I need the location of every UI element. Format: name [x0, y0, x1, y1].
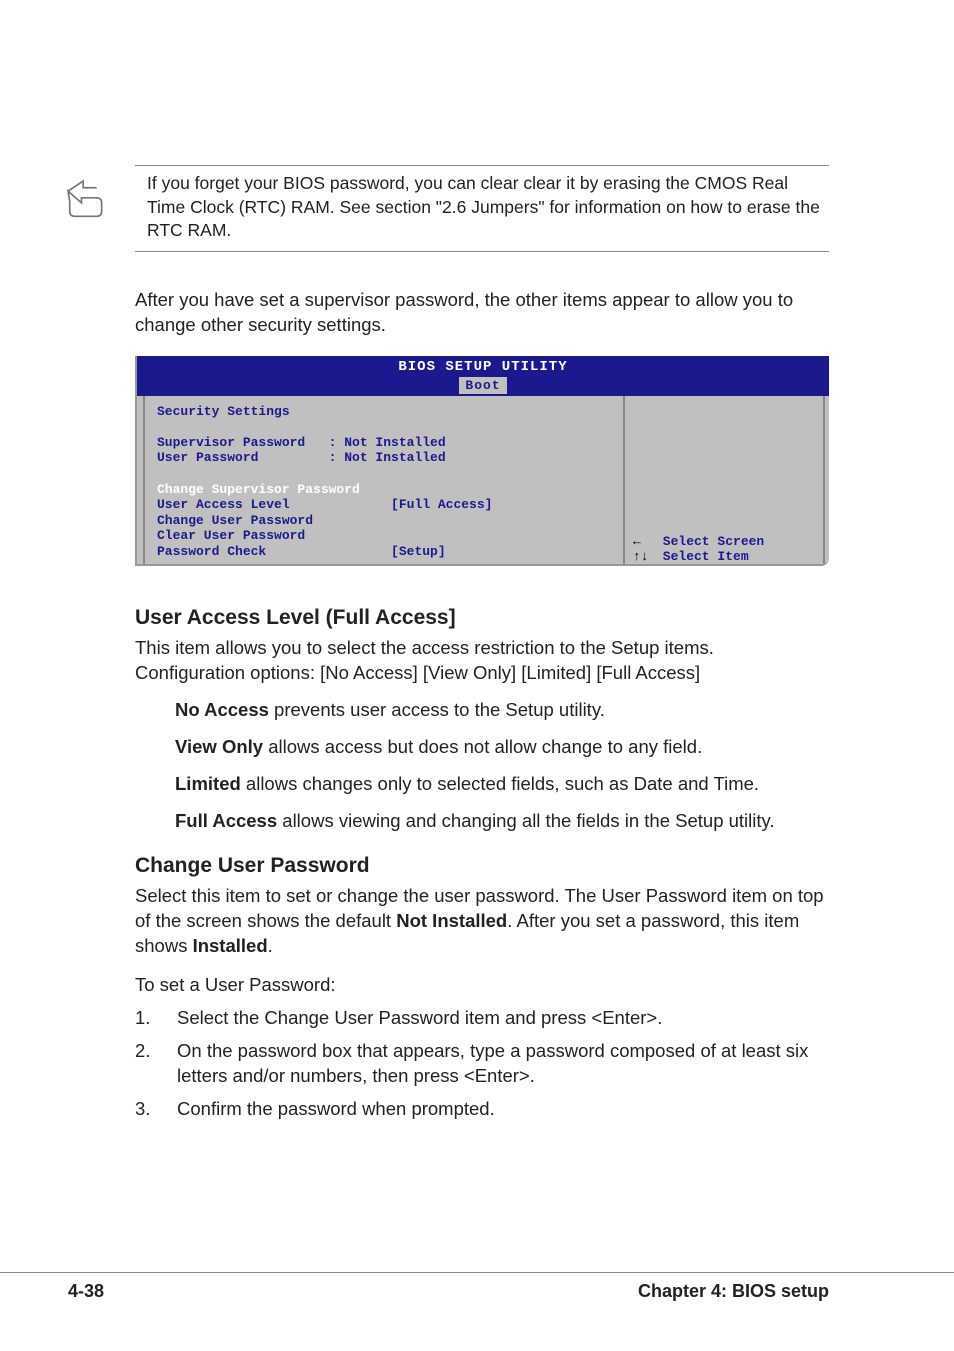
bios-status-row: Supervisor Password : Not Installed: [157, 435, 611, 451]
bios-help-line: ← Select Screen: [633, 534, 815, 550]
heading-user-access-level: User Access Level (Full Access]: [135, 604, 829, 632]
bios-title: BIOS SETUP UTILITY: [398, 359, 567, 375]
note-callout: If you forget your BIOS password, you ca…: [135, 165, 829, 252]
bios-menu-item: User Access Level [Full Access]: [157, 497, 611, 513]
bios-menu-item: Change User Password: [157, 513, 611, 529]
bios-menu-item: Clear User Password: [157, 528, 611, 544]
bios-help-line: ↑↓ Select Item: [633, 549, 815, 565]
access-option: Full Access allows viewing and changing …: [175, 809, 829, 834]
heading-change-user-password: Change User Password: [135, 852, 829, 880]
access-options-list: No Access prevents user access to the Se…: [135, 698, 829, 834]
ual-desc-1: This item allows you to select the acces…: [135, 636, 829, 661]
access-option: View Only allows access but does not all…: [175, 735, 829, 760]
bios-left-panel: Security Settings Supervisor Password : …: [143, 396, 625, 566]
access-option: No Access prevents user access to the Se…: [175, 698, 829, 723]
page-content: If you forget your BIOS password, you ca…: [0, 0, 954, 1122]
hand-pointing-icon: [63, 176, 105, 218]
cup-subhead: To set a User Password:: [135, 973, 829, 998]
bios-help-panel: ← Select Screen↑↓ Select Item: [625, 396, 825, 566]
bios-section-title: Security Settings: [157, 404, 611, 420]
bios-title-bar: BIOS SETUP UTILITY Boot: [137, 356, 829, 396]
cup-text-e: .: [268, 935, 273, 956]
step-item: 3.Confirm the password when prompted.: [135, 1097, 829, 1122]
cup-bold-2: Installed: [193, 935, 268, 956]
chapter-label: Chapter 4: BIOS setup: [638, 1279, 829, 1303]
step-item: 1.Select the Change User Password item a…: [135, 1006, 829, 1031]
step-item: 2.On the password box that appears, type…: [135, 1039, 829, 1089]
bios-tab-boot: Boot: [459, 377, 506, 395]
steps-list: 1.Select the Change User Password item a…: [135, 1006, 829, 1122]
bios-menu-item: Change Supervisor Password: [157, 482, 611, 498]
ual-desc-2: Configuration options: [No Access] [View…: [135, 661, 829, 686]
page-number: 4-38: [0, 1279, 104, 1303]
page-footer: 4-38 Chapter 4: BIOS setup: [0, 1272, 954, 1303]
access-option: Limited allows changes only to selected …: [175, 772, 829, 797]
note-text: If you forget your BIOS password, you ca…: [147, 172, 829, 243]
bios-menu-item: Password Check [Setup]: [157, 544, 611, 560]
bios-menu-item: [157, 560, 611, 566]
bios-screenshot: BIOS SETUP UTILITY Boot Security Setting…: [135, 356, 829, 566]
cup-desc: Select this item to set or change the us…: [135, 884, 829, 959]
cup-bold-1: Not Installed: [396, 910, 507, 931]
intro-paragraph: After you have set a supervisor password…: [135, 288, 829, 338]
bios-status-row: User Password : Not Installed: [157, 450, 611, 466]
